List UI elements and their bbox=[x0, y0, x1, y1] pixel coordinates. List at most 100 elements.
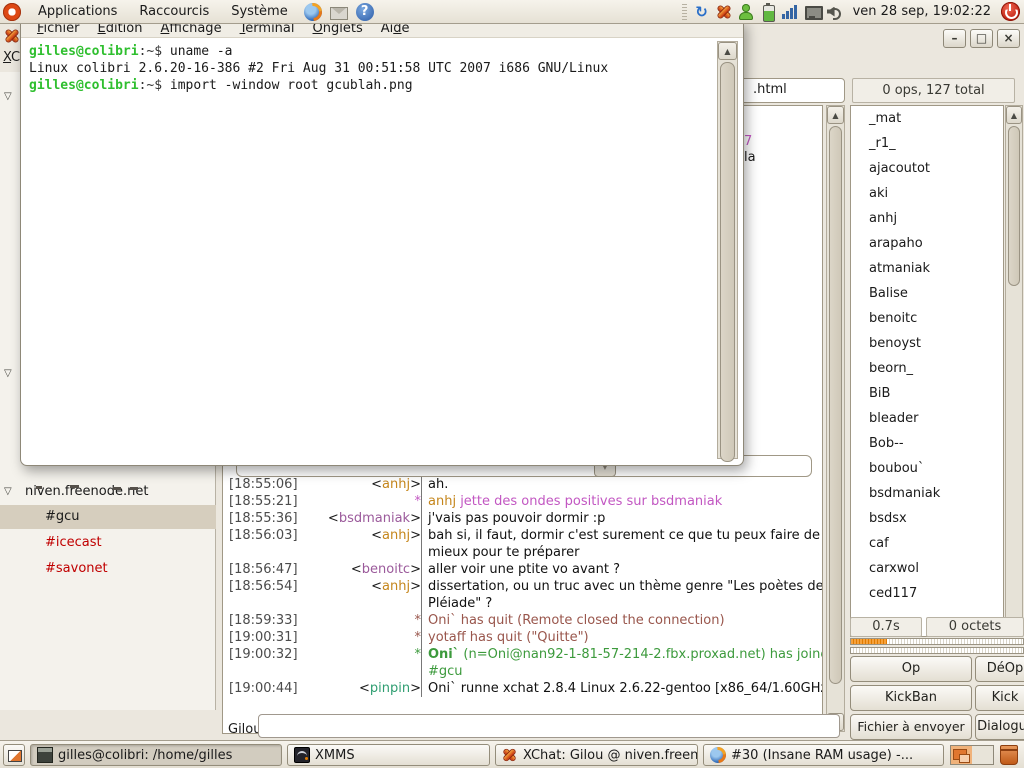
expander-icon[interactable]: ▽ bbox=[4, 362, 12, 386]
expander-icon[interactable]: ▽ bbox=[4, 480, 12, 504]
tree-server-row[interactable]: ▽niven.freenode.net bbox=[0, 480, 216, 504]
throttle-meter bbox=[850, 647, 1024, 654]
userlist-scrollbar[interactable]: ▲ ▼ bbox=[1005, 105, 1023, 637]
message-input[interactable] bbox=[258, 714, 840, 738]
user-list-item[interactable]: ced117 bbox=[851, 581, 1003, 606]
display-icon[interactable] bbox=[803, 3, 821, 21]
user-list-item[interactable]: BiB bbox=[851, 381, 1003, 406]
chat-message-row: [18:56:54]<anhj>dissertation, ou un truc… bbox=[223, 578, 822, 595]
workspace-2[interactable] bbox=[972, 746, 993, 764]
user-list-item[interactable]: boubou` bbox=[851, 456, 1003, 481]
terminal-scrollbar[interactable]: ▲ bbox=[717, 41, 738, 459]
userlist-stats: 0 ops, 127 total bbox=[852, 78, 1015, 103]
update-notifier-icon[interactable]: ↻ bbox=[693, 3, 711, 21]
message-text: anhj jette des ondes positives sur bsdma… bbox=[421, 493, 822, 510]
message-nick: <anhj> bbox=[293, 476, 421, 493]
nick-label[interactable]: Gilou bbox=[228, 718, 262, 742]
user-list-item[interactable]: beorn_ bbox=[851, 356, 1003, 381]
user-list-item[interactable]: _mat bbox=[851, 106, 1003, 131]
battery-icon[interactable] bbox=[759, 3, 777, 21]
user-list-item[interactable]: bleader bbox=[851, 406, 1003, 431]
close-button[interactable]: × bbox=[997, 29, 1020, 48]
userlist-scrollbar-thumb[interactable] bbox=[1008, 126, 1020, 286]
chat-message-row: [18:56:03]<anhj>bah si, il faut, dormir … bbox=[223, 527, 822, 544]
send-file-button[interactable]: Fichier à envoyer bbox=[850, 714, 972, 740]
terminal-output[interactable]: gilles@colibri:~$ uname -aLinux colibri … bbox=[21, 38, 743, 99]
volume-icon[interactable] bbox=[825, 3, 843, 21]
user-list-item[interactable]: Bob-- bbox=[851, 431, 1003, 456]
user-list[interactable]: _mat_r1_ajacoutotakianhjarapahoatmaniakB… bbox=[850, 105, 1004, 637]
message-text: Oni` runne xchat 2.8.4 Linux 2.6.22-gent… bbox=[421, 680, 822, 697]
message-timestamp: [18:56:47] bbox=[223, 561, 293, 578]
user-list-item[interactable]: aki bbox=[851, 181, 1003, 206]
taskbar-task-xmms[interactable]: XMMS bbox=[287, 744, 490, 766]
user-list-item[interactable]: caf bbox=[851, 531, 1003, 556]
ubuntu-logo-icon[interactable] bbox=[3, 3, 21, 21]
message-text: dissertation, ou un truc avec un thème g… bbox=[421, 578, 822, 595]
trash-icon[interactable] bbox=[1000, 745, 1018, 765]
power-button[interactable] bbox=[1001, 2, 1020, 21]
deop-button[interactable]: DéOp bbox=[975, 656, 1024, 682]
kick-button[interactable]: Kick bbox=[975, 685, 1024, 711]
terminal-scrollbar-thumb[interactable] bbox=[720, 62, 735, 462]
tree-channel-gcu[interactable]: #gcu bbox=[0, 505, 216, 529]
xchat-tray-icon[interactable] bbox=[715, 3, 733, 21]
user-list-item[interactable]: arapaho bbox=[851, 231, 1003, 256]
kickban-button[interactable]: KickBan bbox=[850, 685, 972, 711]
user-list-item[interactable]: _r1_ bbox=[851, 131, 1003, 156]
panel-menu-raccourcis[interactable]: Raccourcis bbox=[128, 2, 220, 21]
bottom-taskbar: gilles@colibri: /home/gillesXMMSXChat: G… bbox=[0, 740, 1024, 768]
network-signal-icon[interactable] bbox=[781, 3, 799, 21]
scroll-up-icon[interactable]: ▲ bbox=[718, 42, 737, 60]
terminal-icon bbox=[37, 747, 53, 763]
workspace-1[interactable] bbox=[951, 746, 972, 764]
terminal-window[interactable]: FichierÉditionAffichageTerminalOngletsAi… bbox=[20, 20, 744, 466]
expander-icon[interactable]: ▽ bbox=[4, 85, 12, 109]
help-launcher-icon[interactable]: ? bbox=[356, 3, 374, 21]
prompt-user-host: gilles@colibri bbox=[29, 44, 139, 59]
panel-menu-applications[interactable]: Applications bbox=[27, 2, 128, 21]
workspace-switcher[interactable] bbox=[950, 745, 994, 765]
panel-grip[interactable] bbox=[682, 4, 687, 20]
maximize-button[interactable]: □ bbox=[970, 29, 993, 48]
tree-channel-savonet[interactable]: #savonet bbox=[0, 557, 216, 581]
panel-menu-list: ApplicationsRaccourcisSystème bbox=[27, 2, 299, 21]
xmms-icon bbox=[294, 747, 310, 763]
user-list-item[interactable]: ajacoutot bbox=[851, 156, 1003, 181]
dialog-button[interactable]: Dialogue bbox=[975, 714, 1024, 740]
minimize-button[interactable]: – bbox=[943, 29, 966, 48]
user-list-item[interactable]: bsdmaniak bbox=[851, 481, 1003, 506]
message-text: j'vais pas pouvoir dormir :p bbox=[421, 510, 822, 527]
scroll-up-icon[interactable]: ▲ bbox=[827, 106, 844, 124]
firefox-launcher-icon[interactable] bbox=[304, 3, 322, 21]
user-list-item[interactable]: anhj bbox=[851, 206, 1003, 231]
tree-channel-icecast[interactable]: #icecast bbox=[0, 531, 216, 555]
panel-menu-système[interactable]: Système bbox=[220, 2, 298, 21]
chat-message-row: #gcu bbox=[223, 663, 822, 680]
user-list-item[interactable]: bsdsx bbox=[851, 506, 1003, 531]
prompt-path: :~$ bbox=[139, 44, 170, 59]
message-text: Oni` has quit (Remote closed the connect… bbox=[421, 612, 822, 629]
xchat-window-icon bbox=[3, 27, 20, 44]
prompt-user-host: gilles@colibri bbox=[29, 78, 139, 93]
message-text: mieux pour te préparer bbox=[421, 544, 822, 561]
user-switcher-icon[interactable] bbox=[737, 3, 755, 21]
user-list-item[interactable]: Balise bbox=[851, 281, 1003, 306]
user-list-item[interactable]: carxwol bbox=[851, 556, 1003, 581]
message-timestamp: [18:55:06] bbox=[223, 476, 293, 493]
chat-scrollbar-thumb[interactable] bbox=[829, 126, 842, 684]
scroll-up-icon[interactable]: ▲ bbox=[1006, 106, 1022, 124]
user-list-item[interactable]: benoitc bbox=[851, 306, 1003, 331]
chat-scrollbar[interactable]: ▲ ▼ bbox=[826, 105, 845, 732]
xchat-menu-fragment[interactable]: XChat bbox=[3, 50, 20, 65]
taskbar-task-firefox[interactable]: #30 (Insane RAM usage) -... bbox=[703, 744, 944, 766]
mail-launcher-icon[interactable] bbox=[330, 7, 348, 20]
op-button[interactable]: Op bbox=[850, 656, 972, 682]
user-list-item[interactable]: benoyst bbox=[851, 331, 1003, 356]
user-list-item[interactable]: atmaniak bbox=[851, 256, 1003, 281]
show-desktop-button[interactable] bbox=[3, 744, 25, 766]
taskbar-task-terminal[interactable]: gilles@colibri: /home/gilles bbox=[30, 744, 282, 766]
taskbar-task-xchat[interactable]: XChat: Gilou @ niven.freeno... bbox=[495, 744, 698, 766]
chat-message-row: mieux pour te préparer bbox=[223, 544, 822, 561]
clock[interactable]: ven 28 sep, 19:02:22 bbox=[847, 4, 997, 19]
